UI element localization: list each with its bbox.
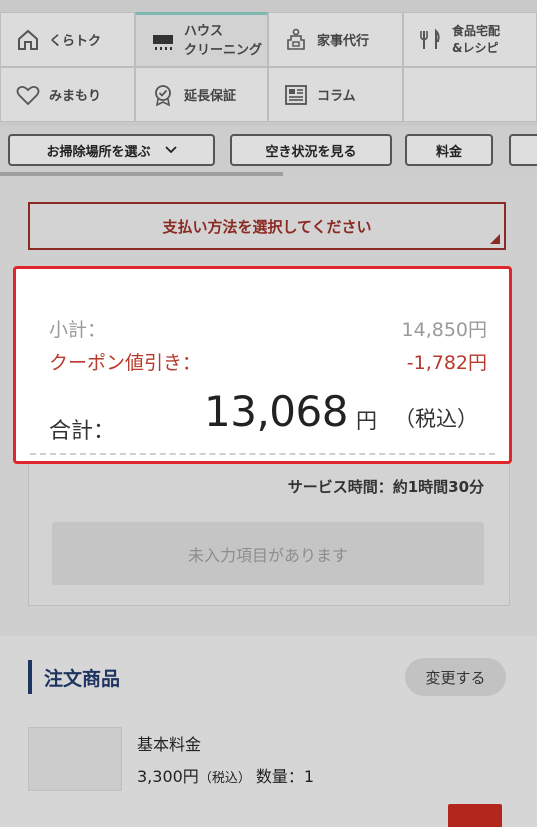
nav-item-label-line2: クリーニング <box>184 42 263 58</box>
nav-item-label: みまもり <box>49 89 102 104</box>
article-icon <box>285 84 307 105</box>
payment-method-placeholder: 支払い方法を選択してください <box>162 217 372 236</box>
total-unit: 円 <box>356 409 377 433</box>
item-price: 3,300円 <box>137 767 199 786</box>
nav-item-label: 延長保証 <box>184 89 237 104</box>
nav-item-mimamori[interactable]: みまもり <box>0 67 135 122</box>
payment-method-select[interactable]: 支払い方法を選択してください <box>28 202 506 250</box>
nav-item-house-cleaning[interactable]: ハウス クリーニング <box>135 12 268 67</box>
horizontal-scrollbar[interactable] <box>0 172 283 176</box>
fork-knife-icon <box>420 28 440 49</box>
order-items-section: 注文商品 変更する 基本料金 3,300円（税込） 数量：1 <box>0 636 537 827</box>
nav-item-label-line2: &レシピ <box>452 40 499 55</box>
heart-icon <box>16 85 40 105</box>
item-name: 基本料金 <box>137 735 202 754</box>
nav-item-label: くらトク <box>49 34 102 49</box>
nav-item-column[interactable]: コラム <box>268 67 403 122</box>
nav-item-extended-warranty[interactable]: 延長保証 <box>135 67 268 122</box>
nav-item-housekeeping[interactable]: 家事代行 <box>268 12 403 67</box>
chevron-down-icon <box>164 146 177 154</box>
total-value: 13,068 <box>204 387 348 436</box>
price-summary-highlight: 小計： 14,850円 クーポン値引き： -1,782円 合計： 13,068 … <box>13 266 512 464</box>
total-tax-note: （税込） <box>394 407 478 431</box>
nav-item-label: コラム <box>317 89 356 104</box>
select-area-label: お掃除場所を選ぶ <box>46 144 151 160</box>
nav-item-label-line1: ハウス <box>184 23 224 39</box>
coupon-discount-label: クーポン値引き： <box>49 352 202 374</box>
category-nav: くらトク ハウス クリーニング 家事代行 食品宅配 &レシピ みまもり 延長保証… <box>0 0 537 126</box>
price-button[interactable]: 料金 <box>405 134 493 166</box>
order-title-text: 注文商品 <box>44 667 121 690</box>
subtotal-label: 小計： <box>49 319 107 341</box>
change-order-label: 変更する <box>425 668 486 687</box>
availability-label: 空き状況を見る <box>265 144 357 160</box>
submit-button-label: 未入力項目があります <box>187 545 348 565</box>
dropdown-corner-icon <box>490 234 500 244</box>
nav-item-food-delivery[interactable]: 食品宅配 &レシピ <box>403 12 537 67</box>
nav-item-kuratoku[interactable]: くらトク <box>0 12 135 67</box>
aircon-icon <box>153 34 173 50</box>
nav-item-label-line1: 食品宅配 <box>452 23 501 38</box>
availability-button[interactable]: 空き状況を見る <box>230 134 392 166</box>
scroll-top-button[interactable] <box>448 804 502 827</box>
more-filter-button[interactable] <box>509 134 537 166</box>
subtotal-value: 14,850円 <box>401 319 487 341</box>
nav-item-empty <box>403 67 537 122</box>
select-area-button[interactable]: お掃除場所を選ぶ <box>8 134 215 166</box>
badge-check-icon <box>155 84 171 106</box>
nav-item-label: 家事代行 <box>317 34 370 49</box>
item-tax-note: （税込） <box>198 771 251 786</box>
change-order-button[interactable]: 変更する <box>405 658 506 696</box>
service-time: サービス時間：約1時間30分 <box>287 478 484 496</box>
item-price-row: 3,300円（税込） 数量：1 <box>137 763 314 787</box>
order-section-title: 注文商品 <box>28 660 120 694</box>
home-icon <box>18 29 38 50</box>
apron-icon <box>287 28 305 50</box>
total-label: 合計： <box>49 419 116 444</box>
divider <box>30 453 495 455</box>
price-label: 料金 <box>435 144 462 160</box>
filter-bar: お掃除場所を選ぶ 空き状況を見る 料金 <box>0 126 537 176</box>
coupon-discount-value: -1,782円 <box>406 352 487 374</box>
item-thumbnail <box>28 727 122 791</box>
submit-button[interactable]: 未入力項目があります <box>52 522 484 585</box>
item-quantity: 数量：1 <box>255 767 315 786</box>
